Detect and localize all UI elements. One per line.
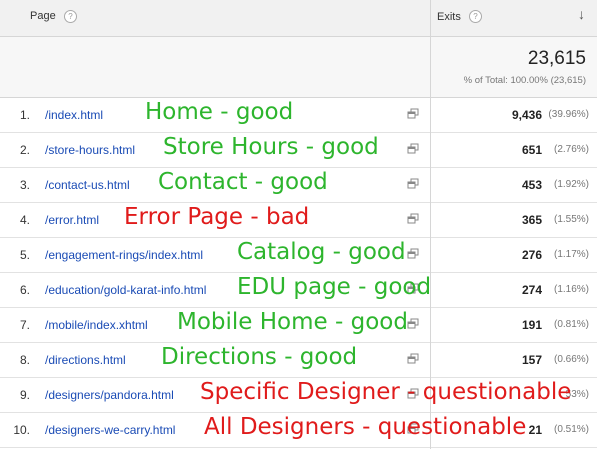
table-header: Page ? Exits ? ↓ bbox=[0, 0, 597, 37]
annotation-good: Mobile Home - good bbox=[177, 309, 408, 335]
total-percentage: % of Total: 100.00% (23,615) bbox=[463, 75, 586, 86]
totals-row: 23,615 % of Total: 100.00% (23,615) bbox=[0, 37, 597, 98]
table-row[interactable]: 1. /index.html 9,436 (39.96%) bbox=[0, 98, 597, 133]
page-path-link[interactable]: /index.html bbox=[45, 108, 103, 122]
exits-value: 651 bbox=[521, 143, 542, 157]
exits-percentage: (0.81%) bbox=[553, 319, 589, 330]
annotation-good: Store Hours - good bbox=[163, 134, 379, 160]
annotation-good: Catalog - good bbox=[237, 239, 406, 265]
row-rank: 2. bbox=[19, 143, 30, 157]
row-rank: 1. bbox=[19, 108, 30, 122]
exits-percentage: (39.96%) bbox=[548, 109, 589, 120]
row-rank: 7. bbox=[19, 318, 30, 332]
row-rank: 3. bbox=[19, 178, 30, 192]
row-rank: 6. bbox=[19, 283, 30, 297]
annotation-bad: All Designers - questionable bbox=[204, 414, 527, 440]
exits-value: 157 bbox=[521, 353, 542, 367]
row-rank: 9. bbox=[19, 388, 30, 402]
row-rank: 4. bbox=[19, 213, 30, 227]
sort-descending-icon[interactable]: ↓ bbox=[578, 6, 585, 22]
page-path-link[interactable]: /mobile/index.xhtml bbox=[45, 318, 148, 332]
exits-percentage: (1.55%) bbox=[553, 214, 589, 225]
open-in-new-window-icon[interactable] bbox=[407, 108, 419, 120]
exits-percentage: (2.76%) bbox=[553, 144, 589, 155]
row-rank: 10. bbox=[13, 423, 30, 437]
exits-value: 191 bbox=[521, 318, 542, 332]
column-header-exits[interactable]: Exits bbox=[437, 11, 461, 23]
open-in-new-window-icon[interactable] bbox=[407, 318, 419, 330]
page-path-link[interactable]: /engagement-rings/index.html bbox=[45, 248, 203, 262]
page-path-link[interactable]: /contact-us.html bbox=[45, 178, 130, 192]
open-in-new-window-icon[interactable] bbox=[407, 213, 419, 225]
annotation-good: Home - good bbox=[145, 99, 294, 125]
annotation-bad: Error Page - bad bbox=[124, 204, 310, 230]
annotation-good: Directions - good bbox=[161, 344, 358, 370]
page-path-link[interactable]: /store-hours.html bbox=[45, 143, 135, 157]
page-path-link[interactable]: /error.html bbox=[45, 213, 99, 227]
annotation-good: EDU page - good bbox=[237, 274, 432, 300]
page-path-link[interactable]: /education/gold-karat-info.html bbox=[45, 283, 206, 297]
exits-percentage: (0.51%) bbox=[553, 424, 589, 435]
open-in-new-window-icon[interactable] bbox=[407, 248, 419, 260]
page-path-link[interactable]: /designers-we-carry.html bbox=[45, 423, 175, 437]
exits-value: 365 bbox=[521, 213, 542, 227]
exits-value: 21 bbox=[528, 423, 542, 437]
total-exits-value: 23,615 bbox=[527, 48, 586, 69]
open-in-new-window-icon[interactable] bbox=[407, 143, 419, 155]
annotation-bad: Specific Designer - questionable bbox=[200, 379, 572, 405]
exits-percentage: (1.17%) bbox=[553, 249, 589, 260]
exits-value: 9,436 bbox=[511, 108, 542, 122]
open-in-new-window-icon[interactable] bbox=[407, 353, 419, 365]
column-header-page[interactable]: Page bbox=[30, 10, 56, 22]
page-help-icon[interactable]: ? bbox=[64, 10, 77, 23]
exits-percentage: (1.92%) bbox=[553, 179, 589, 190]
exits-help-icon[interactable]: ? bbox=[469, 10, 482, 23]
row-rank: 8. bbox=[19, 353, 30, 367]
exits-value: 276 bbox=[521, 248, 542, 262]
page-path-link[interactable]: /directions.html bbox=[45, 353, 126, 367]
row-rank: 5. bbox=[19, 248, 30, 262]
exits-percentage: (0.66%) bbox=[553, 354, 589, 365]
exits-value: 274 bbox=[521, 283, 542, 297]
open-in-new-window-icon[interactable] bbox=[407, 178, 419, 190]
annotation-good: Contact - good bbox=[158, 169, 328, 195]
exits-value: 453 bbox=[521, 178, 542, 192]
page-path-link[interactable]: /designers/pandora.html bbox=[45, 388, 174, 402]
exits-percentage: (1.16%) bbox=[553, 284, 589, 295]
